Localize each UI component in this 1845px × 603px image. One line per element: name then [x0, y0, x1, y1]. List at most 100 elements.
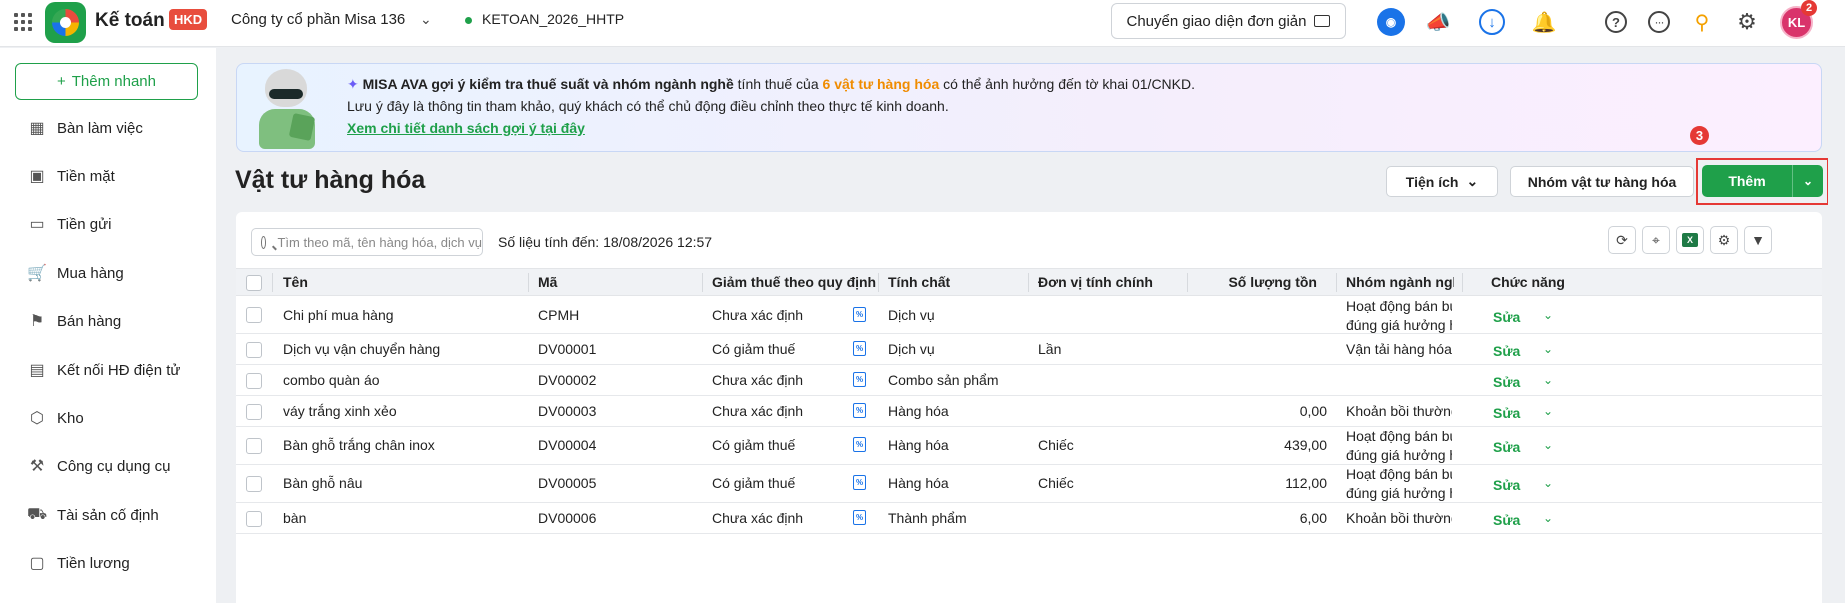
edit-link[interactable]: Sửa: [1493, 512, 1520, 528]
cell-tax-reduction: Có giảm thuế: [712, 475, 796, 491]
row-checkbox[interactable]: [246, 476, 262, 492]
sidebar: + Thêm nhanh ▦ Bàn làm việc ▣ Tiền mặt ▭…: [0, 48, 216, 603]
help-icon[interactable]: ?: [1605, 11, 1627, 33]
sidebar-item-warehouse[interactable]: ⬡ Kho: [0, 398, 216, 438]
gear-icon[interactable]: ⚙: [1733, 8, 1761, 36]
cell-nature: Dịch vụ: [888, 341, 935, 357]
app-logo[interactable]: [45, 2, 86, 43]
sidebar-item-fixed-assets[interactable]: ⛟ Tài sản cố định: [0, 495, 216, 535]
top-bar: Kế toán HKD Công ty cổ phần Misa 136 ⌄ K…: [0, 0, 1845, 47]
page-scrollbar[interactable]: [1828, 48, 1845, 603]
table-row[interactable]: váy trắng xinh xẻo DV00003 Chưa xác định…: [236, 396, 1822, 427]
tax-percent-icon[interactable]: %: [853, 437, 866, 452]
sidebar-item-cash[interactable]: ▣ Tiền mặt: [0, 156, 216, 196]
chevron-down-icon[interactable]: ⌄: [1543, 476, 1553, 490]
row-checkbox[interactable]: [246, 438, 262, 454]
switch-ui-button[interactable]: Chuyển giao diện đơn giản: [1111, 3, 1346, 39]
column-header[interactable]: Tính chất: [888, 269, 1028, 297]
cell-business-group: Hoạt động bán buônđúng giá hưởng hoa: [1346, 466, 1452, 501]
switch-ui-label: Chuyển giao diện đơn giản: [1126, 12, 1307, 30]
sidebar-item-purchase[interactable]: 🛒 Mua hàng: [0, 253, 216, 293]
tax-percent-icon[interactable]: %: [853, 372, 866, 387]
bell-icon[interactable]: 🔔: [1530, 8, 1558, 36]
chevron-down-icon[interactable]: ⌄: [1543, 438, 1553, 452]
app-grid-icon[interactable]: [12, 11, 32, 31]
scan-icon[interactable]: ⌖: [1642, 226, 1670, 254]
asset-icon: ⛟: [26, 506, 48, 523]
select-all-checkbox[interactable]: [246, 275, 262, 291]
row-checkbox[interactable]: [246, 511, 262, 527]
company-selector[interactable]: Công ty cổ phần Misa 136: [231, 11, 405, 28]
cell-code: DV00005: [538, 475, 597, 491]
table-row[interactable]: Bàn ghỗ nâu DV00005 Có giảm thuế % Hàng …: [236, 465, 1822, 503]
main-content: ✦ MISA AVA gợi ý kiểm tra thuế suất và n…: [216, 48, 1845, 603]
cell-nature: Hàng hóa: [888, 437, 949, 453]
chevron-down-icon[interactable]: ⌄: [420, 11, 432, 28]
tax-percent-icon[interactable]: %: [853, 403, 866, 418]
sidebar-item-salary[interactable]: ▢ Tiền lương: [0, 543, 216, 583]
cell-code: DV00002: [538, 372, 597, 388]
column-header[interactable]: Đơn vị tính chính: [1038, 269, 1188, 297]
chevron-down-icon[interactable]: ⌄: [1543, 511, 1553, 525]
megaphone-icon[interactable]: 📣: [1424, 8, 1452, 36]
table-row[interactable]: combo quàn áo DV00002 Chưa xác định % Co…: [236, 365, 1822, 396]
excel-export-button[interactable]: X: [1676, 226, 1704, 254]
box-icon: ⬡: [30, 410, 44, 427]
cell-quantity: 439,00: [1284, 437, 1327, 453]
chevron-down-icon[interactable]: ⌄: [1543, 373, 1553, 387]
table-row[interactable]: bàn DV00006 Chưa xác định % Thành phẩm 6…: [236, 503, 1822, 534]
add-button[interactable]: Thêm: [1702, 165, 1793, 197]
cell-nature: Combo sản phẩm: [888, 372, 999, 388]
table-row[interactable]: Chi phí mua hàng CPMH Chưa xác định % Dị…: [236, 297, 1822, 334]
quick-add-button[interactable]: + Thêm nhanh: [15, 63, 198, 100]
search-input[interactable]: Tìm theo mã, tên hàng hóa, dịch vụ: [251, 228, 483, 256]
cell-name: combo quàn áo: [283, 372, 380, 388]
tax-percent-icon[interactable]: %: [853, 307, 866, 322]
item-group-button[interactable]: Nhóm vật tư hàng hóa: [1510, 166, 1694, 197]
row-checkbox[interactable]: [246, 373, 262, 389]
step-number-badge: 3: [1690, 126, 1709, 145]
chevron-down-icon: ⌄: [1466, 173, 1479, 189]
table-row[interactable]: Bàn ghỗ trắng chân inox DV00004 Có giảm …: [236, 427, 1822, 465]
refresh-icon[interactable]: ⟳: [1608, 226, 1636, 254]
edit-link[interactable]: Sửa: [1493, 405, 1520, 421]
table-row[interactable]: Dịch vụ vận chuyển hàng DV00001 Có giảm …: [236, 334, 1822, 365]
row-checkbox[interactable]: [246, 342, 262, 358]
cell-code: DV00003: [538, 403, 597, 419]
column-header[interactable]: Giảm thuế theo quy định: [712, 269, 882, 297]
edit-link[interactable]: Sửa: [1493, 343, 1520, 359]
more-icon[interactable]: ···: [1648, 11, 1670, 33]
tax-percent-icon[interactable]: %: [853, 475, 866, 490]
banner-detail-link[interactable]: Xem chi tiết danh sách gợi ý tại đây: [347, 120, 585, 136]
tax-percent-icon[interactable]: %: [853, 510, 866, 525]
sidebar-item-dashboard[interactable]: ▦ Bàn làm việc: [0, 108, 216, 148]
utilities-button[interactable]: Tiện ích ⌄: [1386, 166, 1498, 197]
tax-percent-icon[interactable]: %: [853, 341, 866, 356]
edit-link[interactable]: Sửa: [1493, 439, 1520, 455]
edit-link[interactable]: Sửa: [1493, 477, 1520, 493]
column-header[interactable]: Số lượng tồn: [1197, 269, 1317, 297]
edit-link[interactable]: Sửa: [1493, 309, 1520, 325]
column-header[interactable]: Nhóm ngành nghề: [1346, 269, 1454, 297]
sidebar-item-sales[interactable]: ⚑ Bán hàng: [0, 301, 216, 341]
row-checkbox[interactable]: [246, 307, 262, 323]
settings-icon[interactable]: ⚙: [1710, 226, 1738, 254]
chevron-down-icon[interactable]: ⌄: [1543, 308, 1553, 322]
column-header[interactable]: Tên: [283, 269, 523, 297]
database-name[interactable]: KETOAN_2026_HHTP: [482, 11, 624, 27]
sidebar-item-einvoice[interactable]: ▤ Kết nối HĐ điện tử: [0, 350, 216, 390]
chevron-down-icon[interactable]: ⌄: [1543, 342, 1553, 356]
sidebar-item-tools[interactable]: ⚒ Công cụ dụng cụ: [0, 446, 216, 486]
sidebar-item-bank[interactable]: ▭ Tiền gửi: [0, 204, 216, 244]
column-header[interactable]: Mã: [538, 269, 698, 297]
chevron-down-icon[interactable]: ⌄: [1543, 404, 1553, 418]
badge-icon[interactable]: ⚲: [1688, 8, 1716, 36]
edit-link[interactable]: Sửa: [1493, 374, 1520, 390]
download-icon[interactable]: ↓: [1479, 9, 1505, 35]
chevron-down-icon[interactable]: ⌄: [1793, 165, 1823, 197]
robot-icon[interactable]: ◉: [1377, 8, 1405, 36]
row-checkbox[interactable]: [246, 404, 262, 420]
sidebar-item-label: Công cụ dụng cụ: [57, 457, 171, 475]
cell-business-group: Hoạt động bán buônđúng giá hưởng hoa: [1346, 298, 1452, 333]
filter-icon[interactable]: ▼: [1744, 226, 1772, 254]
